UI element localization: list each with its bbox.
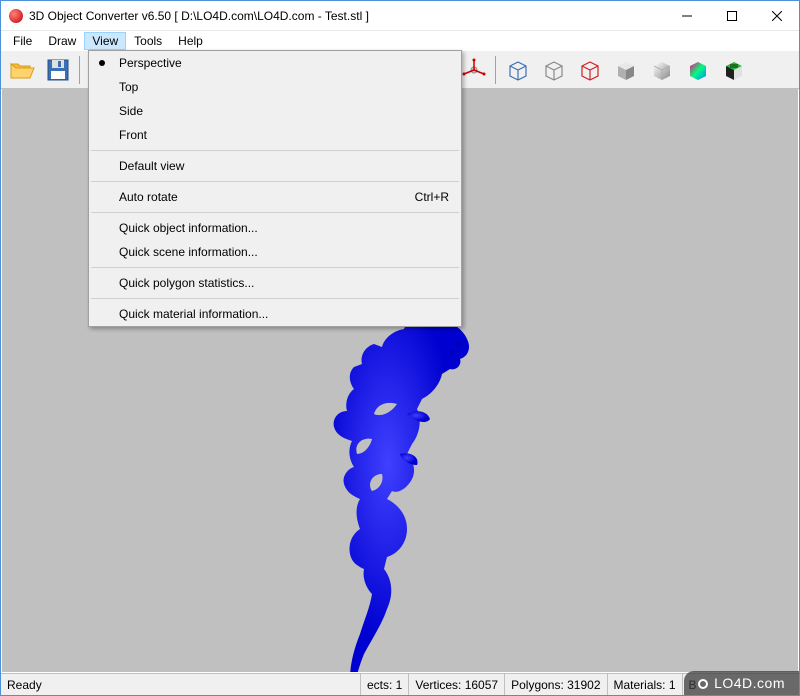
view-dropdown: Perspective Top Side Front Default view … bbox=[88, 50, 462, 327]
cube-checker-icon bbox=[720, 56, 748, 84]
dd-label: Quick polygon statistics... bbox=[119, 276, 254, 290]
wireframe-blue-button[interactable] bbox=[501, 53, 535, 87]
cube-wire-blue-icon bbox=[504, 56, 532, 84]
menu-tools[interactable]: Tools bbox=[126, 32, 170, 50]
maximize-button[interactable] bbox=[709, 1, 754, 30]
watermark-text: LO4D.com bbox=[714, 675, 785, 691]
titlebar: 3D Object Converter v6.50 [ D:\LO4D.com\… bbox=[1, 1, 799, 31]
checker-button[interactable] bbox=[717, 53, 751, 87]
cube-wire-red-icon bbox=[576, 56, 604, 84]
dd-label: Quick scene information... bbox=[119, 245, 258, 259]
close-button[interactable] bbox=[754, 1, 799, 30]
selected-bullet-icon bbox=[99, 60, 105, 66]
cube-flat-icon bbox=[612, 56, 640, 84]
cube-wire-gray-icon bbox=[540, 56, 568, 84]
open-button[interactable] bbox=[5, 53, 39, 87]
minimize-button[interactable] bbox=[664, 1, 709, 30]
window-title: 3D Object Converter v6.50 [ D:\LO4D.com\… bbox=[29, 9, 664, 23]
menu-file[interactable]: File bbox=[5, 32, 40, 50]
dd-label: Auto rotate bbox=[119, 190, 178, 204]
dd-side[interactable]: Side bbox=[89, 99, 461, 123]
dd-label: Perspective bbox=[119, 56, 182, 70]
close-icon bbox=[772, 11, 782, 21]
status-objects: ects: 1 bbox=[361, 674, 409, 695]
axis-icon bbox=[460, 56, 488, 84]
status-materials: Materials: 1 bbox=[608, 674, 683, 695]
maximize-icon bbox=[727, 11, 737, 21]
dd-separator bbox=[91, 212, 459, 213]
dd-quick-object-info[interactable]: Quick object information... bbox=[89, 216, 461, 240]
color-shade-button[interactable] bbox=[681, 53, 715, 87]
dd-front[interactable]: Front bbox=[89, 123, 461, 147]
model-dinosaur bbox=[312, 309, 492, 672]
watermark: LO4D.com bbox=[684, 671, 799, 695]
dd-label: Front bbox=[119, 128, 147, 142]
wireframe-red-button[interactable] bbox=[573, 53, 607, 87]
app-icon bbox=[9, 9, 23, 23]
axis-button[interactable] bbox=[457, 53, 491, 87]
dd-label: Side bbox=[119, 104, 143, 118]
wireframe-gray-button[interactable] bbox=[537, 53, 571, 87]
dd-label: Quick object information... bbox=[119, 221, 258, 235]
status-vertices: Vertices: 16057 bbox=[409, 674, 505, 695]
status-ready: Ready bbox=[1, 674, 361, 695]
dd-shortcut: Ctrl+R bbox=[415, 190, 449, 204]
window-controls bbox=[664, 1, 799, 30]
smooth-shade-button[interactable] bbox=[645, 53, 679, 87]
dd-separator bbox=[91, 150, 459, 151]
folder-open-icon bbox=[8, 56, 36, 84]
toolbar-separator bbox=[495, 56, 497, 84]
toolbar-separator bbox=[79, 56, 81, 84]
menu-help[interactable]: Help bbox=[170, 32, 211, 50]
statusbar: Ready ects: 1 Vertices: 16057 Polygons: … bbox=[1, 673, 799, 695]
dd-perspective[interactable]: Perspective bbox=[89, 51, 461, 75]
dd-label: Quick material information... bbox=[119, 307, 268, 321]
dd-quick-polygon-stats[interactable]: Quick polygon statistics... bbox=[89, 271, 461, 295]
dd-default-view[interactable]: Default view bbox=[89, 154, 461, 178]
minimize-icon bbox=[682, 11, 692, 21]
dd-separator bbox=[91, 298, 459, 299]
dd-separator bbox=[91, 267, 459, 268]
dd-quick-material-info[interactable]: Quick material information... bbox=[89, 302, 461, 326]
menubar: File Draw View Tools Help bbox=[1, 31, 799, 51]
menu-view[interactable]: View bbox=[84, 32, 126, 50]
dd-label: Default view bbox=[119, 159, 184, 173]
flat-shade-button[interactable] bbox=[609, 53, 643, 87]
floppy-disk-icon bbox=[44, 56, 72, 84]
dd-auto-rotate[interactable]: Auto rotate Ctrl+R bbox=[89, 185, 461, 209]
cube-rainbow-icon bbox=[684, 56, 712, 84]
watermark-dot-icon bbox=[698, 679, 708, 689]
status-polygons: Polygons: 31902 bbox=[505, 674, 607, 695]
cube-smooth-icon bbox=[648, 56, 676, 84]
save-button[interactable] bbox=[41, 53, 75, 87]
dd-quick-scene-info[interactable]: Quick scene information... bbox=[89, 240, 461, 264]
menu-draw[interactable]: Draw bbox=[40, 32, 84, 50]
dd-separator bbox=[91, 181, 459, 182]
dd-top[interactable]: Top bbox=[89, 75, 461, 99]
dd-label: Top bbox=[119, 80, 138, 94]
app-window: 3D Object Converter v6.50 [ D:\LO4D.com\… bbox=[0, 0, 800, 696]
